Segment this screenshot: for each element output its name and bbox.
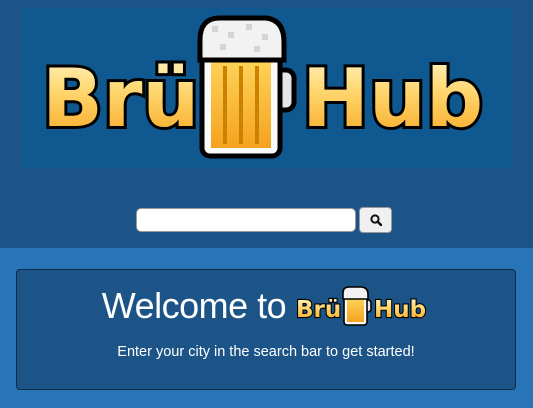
beer-mug-small-icon: [342, 286, 373, 326]
beer-mug-icon: [197, 15, 297, 159]
search-bar: [136, 205, 392, 235]
welcome-card: Welcome to Brü Hub Enter your city in th…: [16, 269, 516, 390]
welcome-subtitle: Enter your city in the search bar to get…: [117, 344, 415, 360]
logo-small-text-hub: Hub: [374, 297, 426, 323]
bruhub-logo-small: Brü Hub: [295, 286, 427, 326]
logo-text-hub: Hub: [302, 52, 483, 145]
search-input[interactable]: [136, 208, 356, 232]
logo-banner: Brü Hub: [22, 8, 512, 168]
bruhub-logo[interactable]: Brü Hub: [22, 8, 512, 168]
site-header: Brü Hub: [0, 0, 533, 248]
welcome-title: Welcome to: [101, 285, 287, 326]
welcome-heading: Welcome to Brü Hub: [17, 282, 515, 330]
logo-small-text-bru: Brü: [296, 297, 341, 323]
search-icon: [369, 214, 382, 226]
search-button[interactable]: [359, 207, 392, 233]
logo-text-bru: Brü: [42, 52, 199, 145]
